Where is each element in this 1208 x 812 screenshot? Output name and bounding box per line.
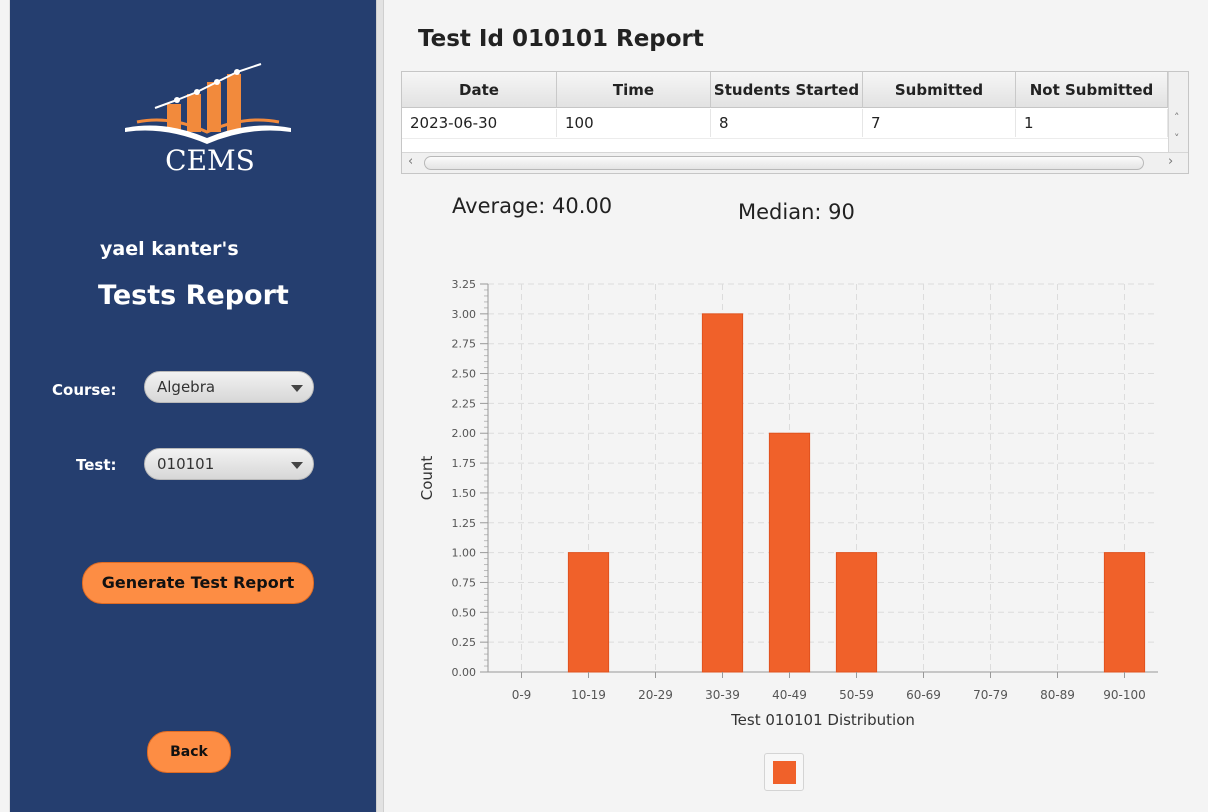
y-tick-label: 1.75 [452,457,477,470]
bar [768,432,811,673]
y-tick-label: 2.50 [452,368,477,381]
vertical-scrollbar[interactable]: ˄ ˅ [1168,72,1188,152]
bar [835,552,878,673]
y-tick-label: 0.75 [452,576,477,589]
column-header-time[interactable]: Time [557,72,711,108]
page-title: Test Id 010101 Report [418,26,704,52]
y-tick-label: 1.50 [452,487,477,500]
chart-legend [764,753,804,791]
legend-color-swatch [773,761,796,784]
chevron-left-icon[interactable]: ‹ [408,154,413,169]
x-tick-label: 20-29 [638,688,673,702]
split-pane-divider[interactable] [376,0,384,812]
chevron-right-icon[interactable]: › [1168,154,1173,169]
test-select[interactable]: 010101 [144,448,314,480]
y-tick-label: 0.25 [452,636,477,649]
course-label: Course: [52,381,117,399]
window-edge [0,0,10,812]
y-tick-label: 2.75 [452,338,477,351]
book-chart-icon [125,63,291,144]
cems-logo: CEMS [115,60,295,180]
average-label: Average: 40.00 [452,194,613,218]
table-cell: 2023-06-30 [402,109,557,137]
column-header-date[interactable]: Date [402,72,557,108]
x-axis-label: Test 010101 Distribution [730,711,915,729]
chevron-up-icon[interactable]: ˄ [1174,111,1180,124]
test-label: Test: [76,456,117,474]
scrollbar-thumb[interactable] [424,156,1144,170]
column-header-students-started[interactable]: Students Started [711,72,863,108]
x-tick-label: 50-59 [839,688,874,702]
y-axis-label: Count [418,456,436,501]
sidebar: CEMS yael kanter's Tests Report Course: … [10,0,376,812]
logo-text: CEMS [165,144,255,177]
table-header: Date Time Students Started Submitted Not… [402,72,1168,108]
test-select-value: 010101 [157,455,215,473]
y-tick-label: 2.00 [452,427,477,440]
column-header-not-submitted[interactable]: Not Submitted [1016,72,1168,108]
y-tick-label: 3.25 [452,278,477,291]
y-tick-label: 1.25 [452,517,477,530]
back-button[interactable]: Back [147,731,231,773]
x-tick-label: 40-49 [772,688,807,702]
median-label: Median: 90 [738,200,855,224]
column-header-submitted[interactable]: Submitted [863,72,1016,108]
chevron-down-icon [291,462,303,469]
table-cell: 7 [863,109,1016,137]
y-tick-label: 0.50 [452,606,477,619]
chevron-down-icon [291,385,303,392]
y-tick-label: 3.00 [452,308,477,321]
table-row-empty [402,138,1168,146]
generate-test-report-button[interactable]: Generate Test Report [82,562,314,604]
chevron-down-icon[interactable]: ˅ [1174,132,1180,145]
x-tick-label: 30-39 [705,688,740,702]
bar [701,313,744,673]
x-tick-label: 80-89 [1040,688,1075,702]
table-cell: 1 [1016,109,1168,137]
distribution-chart: 0.00 0.25 0.50 0.75 1.00 1.25 1.50 1.75 2.00 2.25… [418,278,1158,729]
horizontal-scrollbar[interactable]: ‹ › [402,152,1188,173]
user-name: yael kanter's [100,238,239,260]
table-cell: 100 [557,109,711,137]
x-tick-label: 90-100 [1103,688,1146,702]
y-tick-label: 2.25 [452,397,477,410]
bar [1103,552,1146,673]
x-tick-label: 70-79 [973,688,1008,702]
x-tick-label: 60-69 [906,688,941,702]
course-select-value: Algebra [157,378,216,396]
x-tick-label: 10-19 [571,688,606,702]
bar [567,552,610,673]
x-tick-label: 0-9 [512,688,532,702]
sidebar-title: Tests Report [98,280,289,311]
y-tick-label: 1.00 [452,547,477,560]
table-cell: 8 [711,109,863,137]
report-table: Date Time Students Started Submitted Not… [401,71,1189,174]
course-select[interactable]: Algebra [144,371,314,403]
y-tick-label: 0.00 [452,666,477,679]
